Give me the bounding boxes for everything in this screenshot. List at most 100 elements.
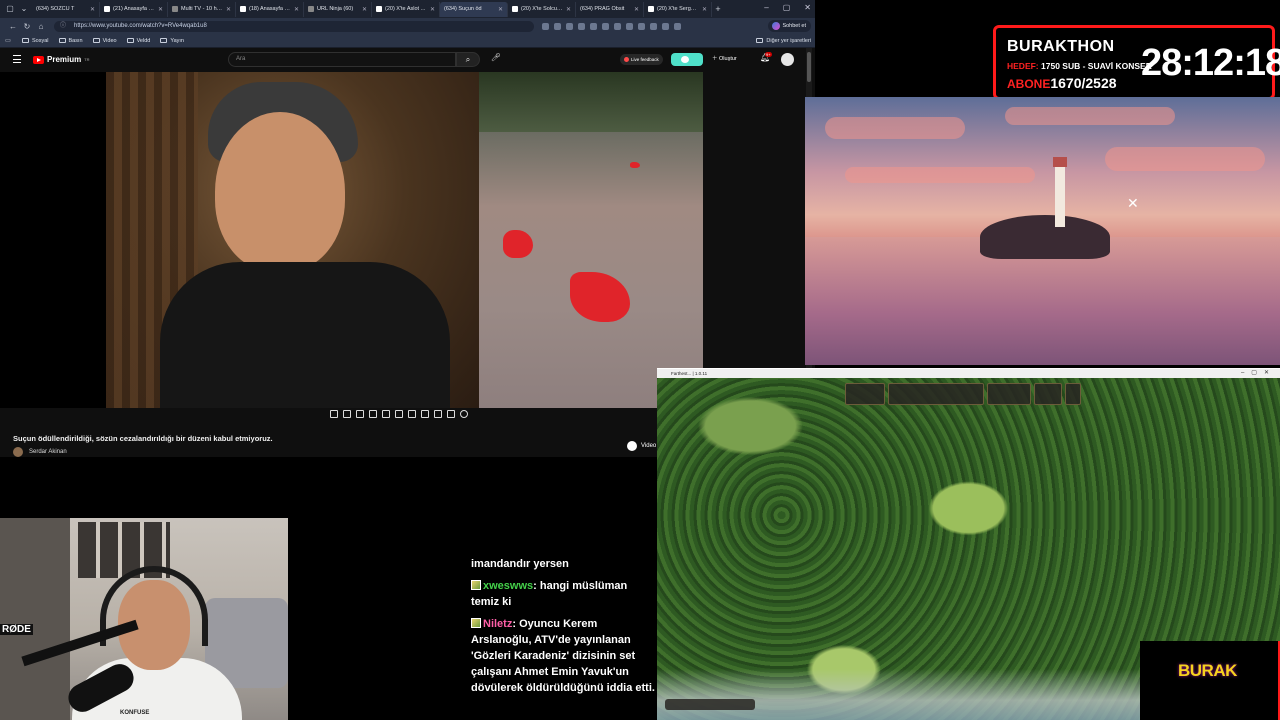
tab-title: (20) X'te Aslot Anal <box>385 6 427 12</box>
x-favicon-icon <box>376 6 382 12</box>
extension-icon[interactable] <box>650 22 657 30</box>
copilot-chat-button[interactable]: Sohbet et <box>768 20 811 32</box>
subtitles-icon[interactable] <box>356 410 364 418</box>
presenter-face <box>215 112 345 272</box>
subs-label: ABONE <box>1007 77 1051 91</box>
player-control-icons <box>330 410 468 418</box>
loop-icon[interactable] <box>330 410 338 418</box>
x-favicon-icon <box>104 6 110 12</box>
extension-icon[interactable] <box>590 22 597 30</box>
browser-tab[interactable]: (18) Anasayfa / X ✕ <box>236 1 304 17</box>
search-icon[interactable]: ⌕ <box>456 52 480 67</box>
tab-close-icon[interactable]: ✕ <box>634 6 639 13</box>
back-icon[interactable]: ← <box>6 22 20 31</box>
tab-close-icon[interactable]: ✕ <box>498 6 503 13</box>
settings-gear-icon[interactable] <box>460 410 468 418</box>
miniplayer-icon[interactable] <box>382 410 390 418</box>
url-field[interactable]: https://www.youtube.com/watch?v=RVe4wqab… <box>54 20 534 32</box>
menu-icon[interactable] <box>13 55 21 63</box>
fullscreen-icon[interactable] <box>434 410 442 418</box>
other-bookmarks[interactable]: Diğer yer işaretleri <box>756 38 811 44</box>
avatar[interactable] <box>781 53 794 66</box>
browser-tab[interactable]: (20) X'te Sergen "A✕ <box>644 1 712 17</box>
youtube-logo[interactable]: Premium TR <box>33 55 90 64</box>
video-toggle-button[interactable]: Video <box>627 440 656 452</box>
home-icon[interactable]: ⌂ <box>34 22 48 31</box>
tab-title: Multi TV - 10 haber <box>181 6 223 12</box>
tab-close-icon[interactable]: ✕ <box>430 6 435 13</box>
maximize-icon[interactable]: ▢ <box>783 3 791 12</box>
tab-title: (18) Anasayfa / X <box>249 6 291 12</box>
tab-close-icon[interactable]: ✕ <box>90 6 95 13</box>
bookmarks-apps-icon[interactable]: ▭ <box>4 37 12 44</box>
game-window-controls[interactable]: –▢✕ <box>1241 369 1276 376</box>
channel-name[interactable]: Serdar Akinan <box>29 449 67 455</box>
workspaces-icon[interactable]: ▢ <box>4 3 16 15</box>
reload-icon[interactable]: ↻ <box>20 22 34 31</box>
folder-icon <box>756 38 764 43</box>
folder-icon <box>22 38 29 43</box>
browser-tab[interactable]: (20) X'te Aslot Anal ✕ <box>372 1 440 17</box>
hud-panel[interactable] <box>888 383 984 405</box>
extension-icon[interactable] <box>602 22 609 30</box>
bookmark-label: Sosyal <box>32 37 49 44</box>
close-icon[interactable]: ✕ <box>1127 195 1139 212</box>
tab-close-icon[interactable]: ✕ <box>158 6 163 13</box>
video-player[interactable] <box>0 72 703 408</box>
bookmark-folder-yayin[interactable]: Yayın <box>160 38 184 44</box>
bookmark-folder-veldd[interactable]: Veldd <box>126 38 150 44</box>
tab-close-icon[interactable]: ✕ <box>702 6 707 13</box>
extension-icon[interactable] <box>638 22 645 30</box>
extension-icon[interactable] <box>614 22 621 30</box>
cast-icon[interactable] <box>421 410 429 418</box>
browser-tab[interactable]: URL Ninja (60) ✕ <box>304 1 372 17</box>
speed-icon[interactable] <box>408 410 416 418</box>
hud-panel[interactable] <box>1065 383 1081 405</box>
tab-close-icon[interactable]: ✕ <box>566 6 571 13</box>
sub-badge-icon <box>471 580 481 590</box>
extension-icon[interactable] <box>578 22 585 30</box>
hud-panel[interactable] <box>845 383 885 405</box>
game-hud-bottom[interactable] <box>665 699 755 710</box>
live-feedback-button[interactable]: Live feedback <box>620 54 663 65</box>
browser-tab[interactable]: (21) Anasayfa / X ✕ <box>100 1 168 17</box>
minimize-icon[interactable]: – <box>764 3 768 12</box>
extension-icon[interactable] <box>626 22 633 30</box>
tab-close-icon[interactable]: ✕ <box>362 6 367 13</box>
bookmark-folder-basin[interactable]: Basın <box>58 38 83 44</box>
extension-icon[interactable] <box>542 22 549 30</box>
create-button[interactable]: ＋ Oluştur <box>712 54 737 65</box>
browser-tab[interactable]: (634) PRAG Obsit ✕ <box>0 1 644 54</box>
extension-icon[interactable] <box>566 22 573 30</box>
tab-close-icon[interactable]: ✕ <box>294 6 299 13</box>
browser-tab[interactable]: (634) SÖZCÜ T ✕ <box>0 1 100 54</box>
volume-icon[interactable] <box>343 410 351 418</box>
screenshot-icon[interactable] <box>447 410 455 418</box>
timer-goal: HEDEF: 1750 SUB - SUAVİ KONSER <box>1007 61 1152 71</box>
extension-icon[interactable] <box>554 22 561 30</box>
search-input[interactable]: Ara <box>228 52 456 67</box>
browser-tab[interactable]: (20) X'te Solcu Gaz✕ <box>508 1 576 17</box>
extension-icon[interactable] <box>662 22 669 30</box>
close-icon[interactable]: ✕ <box>804 3 811 12</box>
tab-actions-icon[interactable]: ⌄ <box>18 3 30 15</box>
channel-avatar[interactable] <box>13 446 23 457</box>
bookmark-folder-sosyal[interactable]: Sosyal <box>22 38 49 44</box>
browser-tab[interactable]: Multi TV - 10 haber✕ <box>168 1 236 17</box>
theater-icon[interactable] <box>395 410 403 418</box>
hud-panel[interactable] <box>1034 383 1062 405</box>
hud-panel[interactable] <box>987 383 1031 405</box>
youtube-play-icon <box>33 55 44 64</box>
bookmark-folder-video[interactable]: Video <box>92 38 117 44</box>
webcam-feed: RØDE KONFUSE <box>0 518 288 720</box>
chapters-icon[interactable] <box>369 410 377 418</box>
extension-icon[interactable] <box>674 22 681 30</box>
new-tab-icon[interactable]: + <box>712 4 724 14</box>
extension-toggle[interactable] <box>671 53 703 66</box>
timer-subs: ABONE1670/2528 <box>1007 75 1117 91</box>
tab-close-icon[interactable]: ✕ <box>226 6 231 13</box>
microphone-icon[interactable]: 🎤︎ <box>490 53 502 65</box>
tab-list: (634) SÖZCÜ T ✕ (21) Anasayfa / X ✕ Multi TV… <box>0 1 712 54</box>
browser-tab[interactable]: (634) Suçun öd ✕ <box>0 1 508 54</box>
island <box>980 215 1110 259</box>
